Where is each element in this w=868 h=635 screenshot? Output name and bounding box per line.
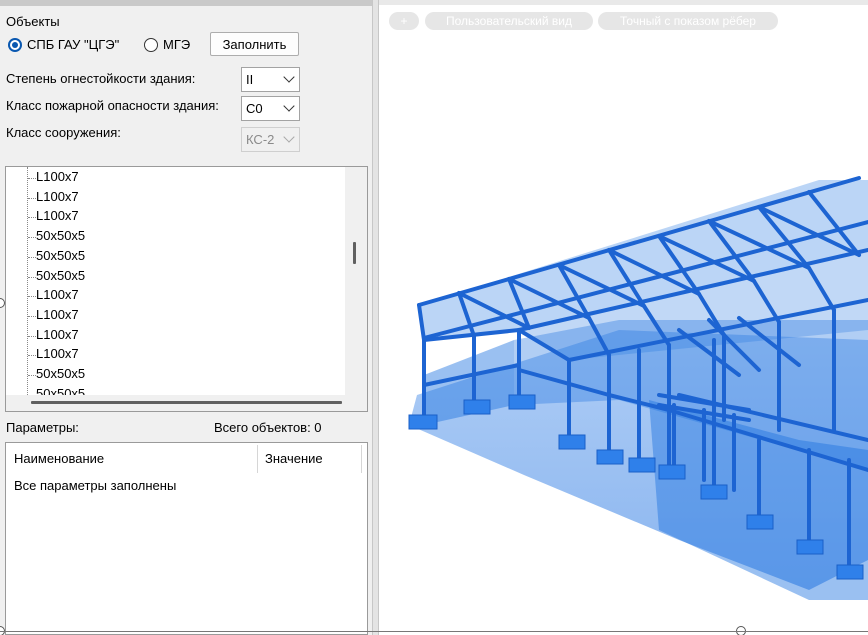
column-divider[interactable] bbox=[257, 445, 258, 473]
fire-hazard-label: Класс пожарной опасности здания: bbox=[6, 98, 219, 113]
tree-vertical-scroll-thumb[interactable] bbox=[353, 242, 356, 264]
tree-connector bbox=[28, 256, 36, 258]
objects-label: Объекты bbox=[6, 14, 60, 29]
chevron-down-icon bbox=[283, 100, 295, 112]
radio-unchecked-icon bbox=[144, 37, 158, 52]
structure-class-select: КС-2 bbox=[241, 127, 300, 152]
params-label: Параметры: bbox=[6, 420, 79, 435]
fire-hazard-value: С0 bbox=[246, 101, 263, 116]
radio-mge-label: МГЭ bbox=[163, 37, 191, 52]
tree-item[interactable]: L100x7 bbox=[36, 327, 79, 342]
radio-mge[interactable]: МГЭ bbox=[144, 37, 190, 52]
column-header-name[interactable]: Наименование bbox=[14, 451, 104, 466]
tree-connector bbox=[28, 178, 36, 179]
objects-count: Всего объектов: 0 bbox=[214, 420, 322, 435]
panel-splitter[interactable] bbox=[372, 0, 379, 635]
top-strip bbox=[0, 0, 372, 6]
footing bbox=[746, 514, 774, 530]
params-table[interactable]: Наименование Значение Все параметры запо… bbox=[5, 442, 368, 635]
tree-item[interactable]: 50x50x5 bbox=[36, 228, 85, 243]
tree-connector bbox=[28, 335, 36, 337]
footing bbox=[836, 564, 864, 580]
radio-checked-icon bbox=[8, 37, 22, 52]
tree-item[interactable]: L100x7 bbox=[36, 307, 79, 322]
table-row: Все параметры заполнены bbox=[14, 478, 177, 493]
app-window: Объекты СПБ ГАУ "ЦГЭ" МГЭ Заполнить Степ… bbox=[0, 0, 868, 635]
chevron-down-icon bbox=[283, 71, 295, 83]
tree-connector bbox=[28, 355, 36, 357]
tree-item[interactable]: 50x50x5 bbox=[36, 366, 85, 381]
tree-vertical-scrollbar[interactable] bbox=[345, 167, 367, 397]
footing bbox=[796, 539, 824, 555]
footing bbox=[700, 484, 728, 500]
footing bbox=[658, 464, 686, 480]
fire-resistance-select[interactable]: II bbox=[241, 67, 300, 92]
tree-item[interactable]: L100x7 bbox=[36, 169, 79, 184]
tree-connector bbox=[28, 237, 36, 239]
tree-horizontal-scrollbar[interactable] bbox=[6, 395, 367, 411]
radio-spb-gau-label: СПБ ГАУ "ЦГЭ" bbox=[27, 37, 120, 52]
fire-resistance-label: Степень огнестойкости здания: bbox=[6, 71, 196, 86]
tree-item[interactable]: L100x7 bbox=[36, 208, 79, 223]
tree-item[interactable]: 50x50x5 bbox=[36, 248, 85, 263]
tree-connector bbox=[28, 315, 36, 317]
tree-connector bbox=[28, 217, 36, 219]
fire-resistance-value: II bbox=[246, 72, 254, 87]
column-divider[interactable] bbox=[361, 445, 362, 473]
tree-item[interactable]: L100x7 bbox=[36, 189, 79, 204]
tree-connector bbox=[28, 276, 36, 278]
footing bbox=[596, 449, 624, 465]
left-panel: Объекты СПБ ГАУ "ЦГЭ" МГЭ Заполнить Степ… bbox=[0, 0, 372, 635]
footing bbox=[558, 434, 586, 450]
tree-item[interactable]: 50x50x5 bbox=[36, 268, 85, 283]
structure-class-value: КС-2 bbox=[246, 132, 275, 147]
3d-viewport[interactable]: + Пользовательский вид Точный с показом … bbox=[379, 0, 868, 635]
tree-item[interactable]: L100x7 bbox=[36, 346, 79, 361]
column-header-value[interactable]: Значение bbox=[265, 451, 323, 466]
footing bbox=[408, 414, 438, 430]
footing bbox=[463, 399, 491, 415]
chevron-down-icon bbox=[283, 131, 295, 143]
selection-border bbox=[0, 631, 868, 632]
footing bbox=[508, 394, 536, 410]
radio-spb-gau[interactable]: СПБ ГАУ "ЦГЭ" bbox=[8, 37, 119, 52]
fire-hazard-select[interactable]: С0 bbox=[241, 96, 300, 121]
tree-horizontal-scroll-thumb[interactable] bbox=[31, 401, 342, 404]
footing bbox=[628, 457, 656, 473]
tree-item[interactable]: L100x7 bbox=[36, 287, 79, 302]
tree-connector bbox=[28, 375, 36, 376]
steel-structure-model[interactable] bbox=[379, 0, 868, 635]
structure-class-label: Класс сооружения: bbox=[6, 125, 121, 140]
tree-connector bbox=[27, 167, 28, 397]
tree-connector bbox=[28, 197, 36, 199]
fill-button[interactable]: Заполнить bbox=[210, 32, 299, 56]
profile-tree[interactable]: L100x7 L100x7 L100x7 50x50x5 50x50x5 50x50x5 L… bbox=[5, 166, 368, 412]
tree-connector bbox=[28, 296, 36, 298]
